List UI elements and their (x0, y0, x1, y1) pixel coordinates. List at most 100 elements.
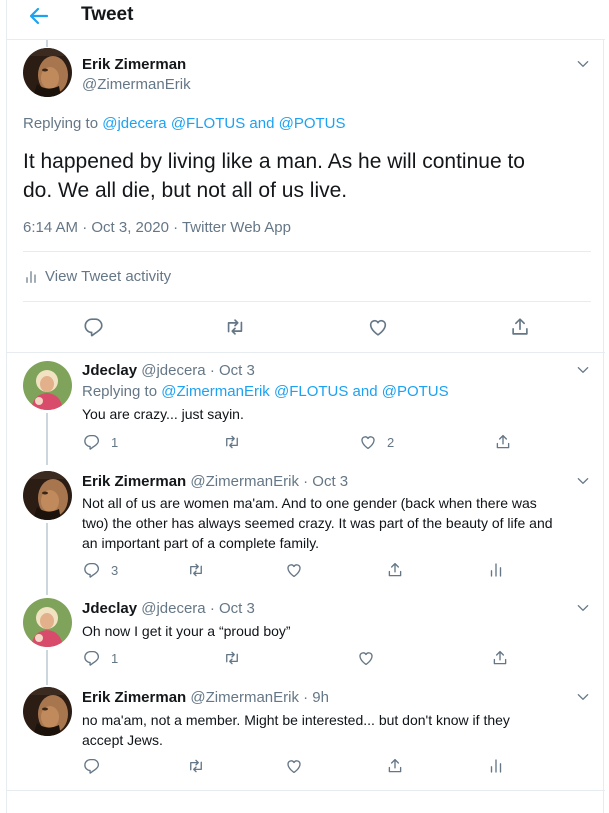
reply-time[interactable]: · 9h (303, 689, 329, 706)
page-header: Tweet (7, 0, 605, 40)
share-icon[interactable] (386, 757, 404, 775)
back-arrow-icon[interactable] (27, 4, 51, 28)
replying-to: Replying to @ZimermanErik @FLOTUS and @P… (82, 383, 449, 400)
author-name[interactable]: Erik Zimerman (82, 689, 186, 706)
reply-text-line: no ma'am, not a member. Might be interes… (82, 712, 510, 728)
author-name[interactable]: Jdeclay (82, 362, 137, 379)
author-handle[interactable]: @jdecera (141, 600, 205, 617)
page-title: Tweet (81, 4, 134, 25)
divider (23, 301, 591, 302)
divider (7, 790, 605, 791)
reply-header: Erik Zimerman @ZimermanErik · 9h (82, 689, 329, 706)
reply-count: 3 (111, 563, 119, 578)
analytics-icon (23, 269, 39, 285)
avatar-image (23, 471, 72, 520)
retweet-icon[interactable] (223, 649, 241, 667)
analytics-icon[interactable] (487, 561, 505, 579)
replying-to: Replying to @jdecera @FLOTUS and @POTUS (23, 115, 346, 132)
reply-text-line: Oh now I get it your a “proud boy” (82, 623, 291, 639)
avatar-image (23, 48, 72, 97)
chevron-down-icon[interactable] (575, 600, 591, 616)
reply-header: Jdeclay @jdecera · Oct 3 (82, 600, 255, 617)
reply-count: 1 (111, 651, 119, 666)
reply-time[interactable]: · Oct 3 (210, 362, 255, 379)
reply-icon[interactable] (83, 316, 105, 338)
retweet-icon[interactable] (224, 316, 246, 338)
author-handle[interactable]: @ZimermanErik (190, 473, 299, 490)
reply-icon[interactable] (83, 433, 101, 451)
reply-icon[interactable] (83, 649, 101, 667)
share-icon[interactable] (491, 649, 509, 667)
share-icon[interactable] (509, 316, 531, 338)
chevron-down-icon[interactable] (575, 56, 591, 72)
author-handle[interactable]: @ZimermanErik (190, 689, 299, 706)
mention-link[interactable]: @jdecera (102, 115, 166, 132)
like-icon[interactable] (357, 649, 375, 667)
retweet-icon[interactable] (187, 561, 205, 579)
author-name[interactable]: Erik Zimerman (82, 56, 186, 73)
chevron-down-icon[interactable] (575, 473, 591, 489)
retweet-icon[interactable] (187, 757, 205, 775)
tweet-text-line: do. We all die, but not all of us live. (23, 179, 348, 202)
reply-text: You are crazy... just sayin. (82, 404, 244, 424)
reply-header: Erik Zimerman @ZimermanErik · Oct 3 (82, 473, 348, 490)
author-name[interactable]: Erik Zimerman (82, 473, 186, 490)
tweet-text: It happened by living like a man. As he … (23, 147, 525, 205)
avatar-image (23, 598, 72, 647)
chevron-down-icon[interactable] (575, 362, 591, 378)
author-handle[interactable]: @jdecera (141, 362, 205, 379)
author-handle[interactable]: @ZimermanErik (82, 76, 191, 93)
avatar[interactable] (23, 48, 72, 97)
replying-prefix: Replying to (23, 115, 99, 132)
reply-header: Jdeclay @jdecera · Oct 3 (82, 362, 255, 379)
analytics-icon[interactable] (487, 757, 505, 775)
reply-text-line: You are crazy... just sayin. (82, 406, 244, 422)
reply-text: Not all of us are women ma'am. And to on… (82, 493, 553, 553)
reply-text-line: two) the other has always seemed crazy. … (82, 515, 553, 531)
tweet-thread-panel: Tweet Erik Zimerman @ZimermanErik Replyi… (6, 0, 605, 813)
like-icon[interactable] (367, 316, 389, 338)
chevron-down-icon[interactable] (575, 689, 591, 705)
reply-icon[interactable] (83, 561, 101, 579)
avatar-image (23, 687, 72, 736)
retweet-icon[interactable] (223, 433, 241, 451)
reply-text-line: accept Jews. (82, 732, 163, 748)
reply-count: 1 (111, 435, 119, 450)
replying-prefix: Replying to (82, 383, 158, 400)
divider (23, 251, 591, 252)
reply-time[interactable]: · Oct 3 (210, 600, 255, 617)
reply-text: no ma'am, not a member. Might be interes… (82, 710, 510, 750)
mention-conjunction: and (352, 383, 378, 400)
mention-link[interactable]: @FLOTUS (171, 115, 245, 132)
like-icon[interactable] (285, 757, 303, 775)
like-icon[interactable] (359, 433, 377, 451)
share-icon[interactable] (494, 433, 512, 451)
view-activity-label: View Tweet activity (45, 268, 172, 285)
thread-connector (46, 40, 48, 47)
mention-link[interactable]: @POTUS (279, 115, 346, 132)
reply-icon[interactable] (83, 757, 101, 775)
avatar[interactable] (23, 687, 72, 736)
reply-text-line: Not all of us are women ma'am. And to on… (82, 495, 537, 511)
avatar[interactable] (23, 361, 72, 410)
thread-connector (46, 523, 48, 595)
like-count: 2 (387, 435, 395, 450)
avatar[interactable] (23, 598, 72, 647)
mention-link[interactable]: @FLOTUS (274, 383, 348, 400)
reply-time[interactable]: · Oct 3 (303, 473, 348, 490)
view-activity-link[interactable]: View Tweet activity (23, 268, 171, 285)
tweet-text-line: It happened by living like a man. As he … (23, 150, 525, 173)
thread-connector (46, 413, 48, 465)
like-icon[interactable] (285, 561, 303, 579)
avatar-image (23, 361, 72, 410)
divider (7, 352, 605, 353)
mention-link[interactable]: @ZimermanErik (161, 383, 270, 400)
author-name[interactable]: Jdeclay (82, 600, 137, 617)
avatar[interactable] (23, 471, 72, 520)
mention-conjunction: and (249, 115, 275, 132)
mention-link[interactable]: @POTUS (382, 383, 449, 400)
tweet-timestamp[interactable]: 6:14 AM · Oct 3, 2020 · Twitter Web App (23, 219, 291, 236)
reply-text-line: an important part of a complete family. (82, 535, 320, 551)
thread-connector (46, 650, 48, 685)
share-icon[interactable] (386, 561, 404, 579)
